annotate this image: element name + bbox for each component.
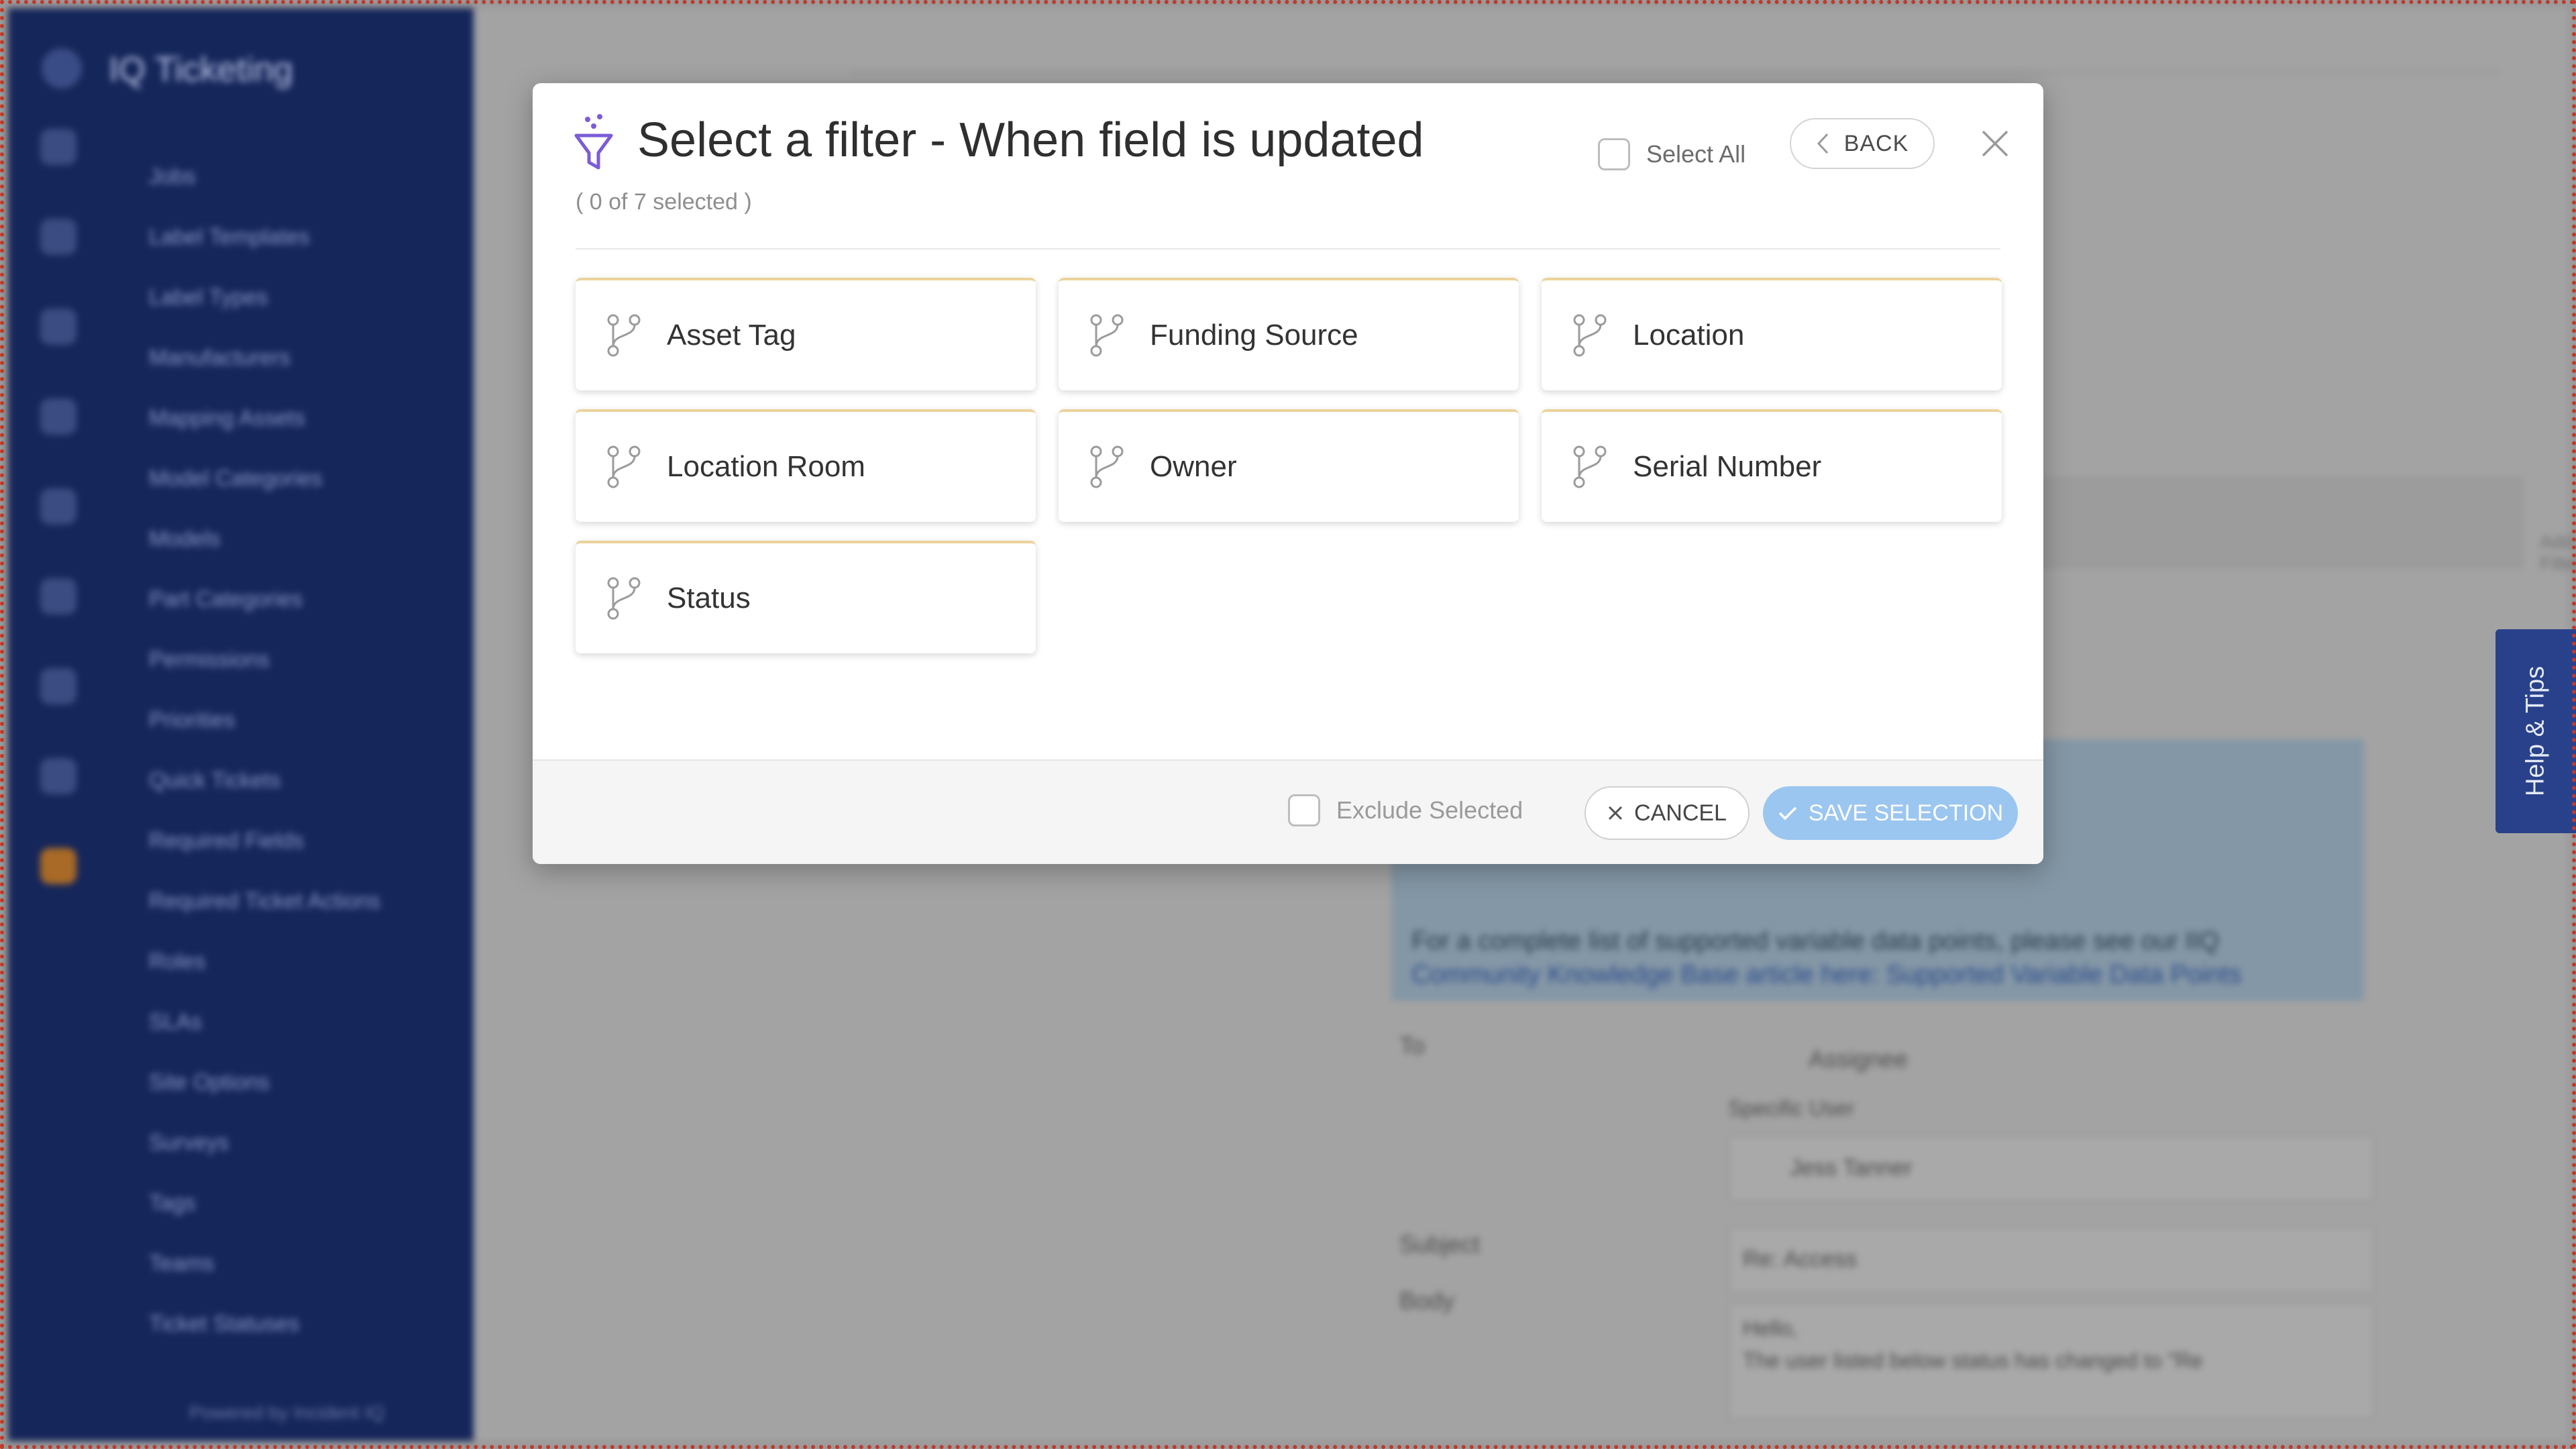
modal-footer: Exclude Selected CANCEL SAVE SELECTION (533, 759, 2043, 864)
close-button[interactable] (1968, 117, 2022, 170)
filter-option-label: Location Room (667, 450, 865, 483)
filter-option-label: Status (667, 582, 751, 614)
back-label: BACK (1843, 130, 1909, 156)
assets-icon[interactable] (40, 309, 76, 345)
filter-option[interactable]: Location Room (576, 409, 1036, 522)
exclude-selected-checkbox[interactable]: Exclude Selected (1288, 794, 1523, 826)
alert-icon[interactable] (40, 848, 76, 884)
body-label: Body (1399, 1287, 1455, 1314)
dashboard-icon[interactable] (40, 129, 76, 165)
specific-user-label: Specific User (1728, 1096, 1855, 1120)
nav-item[interactable]: Manufacturers (149, 345, 380, 405)
filter-option[interactable]: Location (1542, 278, 2002, 390)
nav-item[interactable]: Part Categories (149, 586, 380, 647)
nav-item[interactable]: Jobs (149, 164, 380, 224)
tickets-icon[interactable] (40, 219, 76, 255)
selected-count: ( 0 of 7 selected ) (576, 189, 752, 215)
nav-item[interactable]: Permissions (149, 647, 380, 707)
exclude-selected-label: Exclude Selected (1336, 796, 1523, 824)
sidebar-rail (8, 129, 109, 938)
branch-icon (1573, 445, 1607, 488)
subject-value: Re: Access (1743, 1246, 1858, 1272)
checkbox[interactable] (1598, 138, 1630, 170)
branch-icon (1090, 314, 1124, 357)
branch-icon (1573, 314, 1607, 357)
admin-nav: Jobs Label Templates Label Types Manufac… (149, 164, 380, 1371)
filter-options: Asset Tag Funding Source Location Locati… (576, 278, 2002, 653)
back-button[interactable]: BACK (1790, 118, 1935, 169)
check-icon (1778, 806, 1797, 820)
select-all-checkbox[interactable]: Select All (1598, 119, 1746, 189)
nav-item[interactable]: Label Types (149, 284, 380, 345)
filter-modal: Select a filter - When field is updated … (533, 83, 2043, 864)
branch-icon (607, 445, 641, 488)
x-icon (1608, 806, 1623, 820)
filter-option[interactable]: Asset Tag (576, 278, 1036, 390)
parts-icon[interactable] (40, 578, 76, 614)
nav-item[interactable]: Required Ticket Actions (149, 888, 380, 949)
filter-option-label: Asset Tag (667, 319, 796, 352)
nav-item[interactable]: SLAs (149, 1009, 380, 1069)
body-textarea[interactable]: Hello, The user listed below status has … (1728, 1303, 2375, 1419)
help-tips-label: Help & Tips (2521, 665, 2550, 797)
to-label: To (1399, 1032, 1426, 1059)
analytics-icon[interactable] (40, 758, 76, 794)
user-select[interactable]: Jess Tanner (1728, 1135, 2375, 1202)
nav-item[interactable]: Roles (149, 949, 380, 1009)
filter-option-label: Serial Number (1633, 450, 1822, 483)
branch-icon (1090, 445, 1124, 488)
nav-item[interactable]: Surveys (149, 1130, 380, 1190)
add-filter-button[interactable]: Add Filter (2540, 531, 2576, 574)
branch-icon (607, 314, 641, 357)
body-line: Hello, (1743, 1316, 1798, 1340)
branch-icon (607, 577, 641, 620)
logo (42, 48, 82, 89)
reports-icon[interactable] (40, 668, 76, 704)
assignee-option[interactable]: Assignee (1809, 1045, 1908, 1073)
filter-option[interactable]: Status (576, 541, 1036, 653)
filter-option[interactable]: Serial Number (1542, 409, 2002, 522)
nav-item[interactable]: Priorities (149, 707, 380, 767)
nav-item[interactable]: Tags (149, 1190, 380, 1250)
nav-item[interactable]: Label Templates (149, 224, 380, 284)
info-text: For a complete list of supported variabl… (1411, 927, 2219, 955)
user-name: Jess Tanner (1790, 1155, 1913, 1181)
filter-box (2037, 478, 2522, 568)
filter-option[interactable]: Owner (1059, 409, 1519, 522)
sidebar: IQ Ticketing Jobs Label Templates Label … (8, 8, 474, 1441)
nav-item[interactable]: Required Fields (149, 828, 380, 888)
filter-option[interactable]: Funding Source (1059, 278, 1519, 390)
nav-item[interactable]: Model Categories (149, 466, 380, 526)
cancel-label: CANCEL (1634, 800, 1727, 826)
divider (576, 248, 2000, 250)
rooms-icon[interactable] (40, 398, 76, 435)
info-link[interactable]: Community Knowledge Base article here: S… (1411, 961, 2241, 989)
help-tips-tab[interactable]: Help & Tips (2496, 629, 2576, 833)
nav-item[interactable]: Teams (149, 1250, 380, 1311)
save-selection-button[interactable]: SAVE SELECTION (1763, 786, 2018, 840)
users-icon[interactable] (40, 488, 76, 525)
chevron-left-icon (1817, 133, 1828, 154)
filter-option-label: Location (1633, 319, 1745, 352)
filter-option-label: Funding Source (1150, 319, 1358, 352)
modal-title: Select a filter - When field is updated (637, 113, 1424, 167)
subject-input[interactable]: Re: Access (1728, 1226, 2375, 1293)
nav-item[interactable]: Quick Tickets (149, 767, 380, 828)
funnel-icon (574, 114, 613, 170)
filter-option-label: Owner (1150, 450, 1237, 483)
app-title: IQ Ticketing (109, 50, 293, 89)
body-line: The user listed below status has changed… (1743, 1348, 2203, 1373)
nav-item[interactable]: Models (149, 526, 380, 586)
top-bar (849, 8, 2501, 74)
powered-by: Powered by Incident IQ (189, 1402, 385, 1423)
close-icon (1982, 130, 2008, 157)
nav-item[interactable]: Site Options (149, 1069, 380, 1130)
nav-item[interactable]: Mapping Assets (149, 405, 380, 466)
select-all-label: Select All (1646, 140, 1746, 168)
save-selection-label: SAVE SELECTION (1808, 800, 2004, 826)
checkbox[interactable] (1288, 794, 1320, 826)
nav-item[interactable]: Ticket Statuses (149, 1311, 380, 1371)
cancel-button[interactable]: CANCEL (1585, 786, 1750, 840)
subject-label: Subject (1399, 1230, 1481, 1258)
